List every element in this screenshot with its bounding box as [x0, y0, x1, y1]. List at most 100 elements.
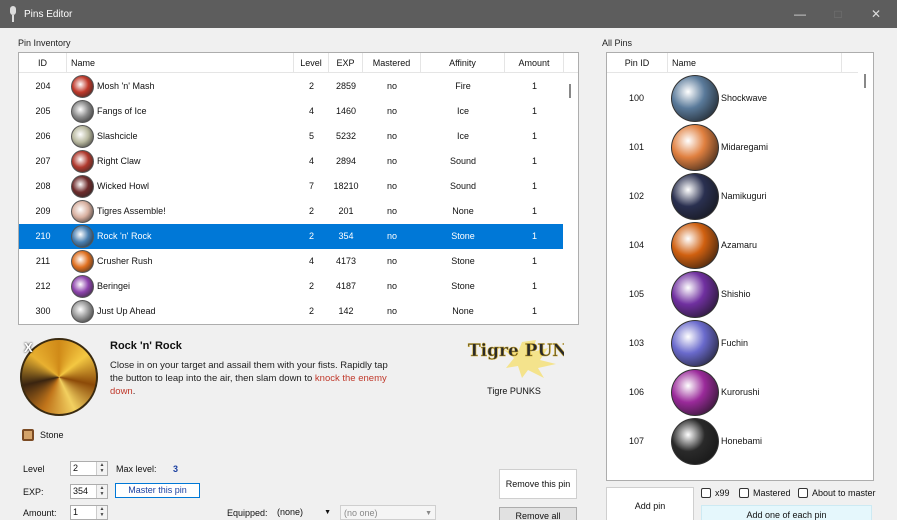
x99-checkbox[interactable]: x99	[701, 488, 730, 498]
cell-amount: 1	[531, 106, 537, 116]
all-pins-header: Pin ID Name	[607, 53, 873, 73]
table-row[interactable]: 212 Beringei 2 4187 no Stone 1	[19, 274, 564, 299]
list-item[interactable]: 101 Midaregami	[607, 123, 862, 172]
amount-stepper[interactable]: 1 ▲ ▼	[70, 505, 108, 520]
cell-exp: 2859	[335, 81, 357, 91]
cell-affinity: Stone	[451, 281, 475, 291]
cell-level: 2	[308, 81, 314, 91]
exp-label: EXP:	[23, 487, 44, 497]
column-header-exp[interactable]: EXP	[329, 53, 363, 73]
remove-all-button[interactable]: Remove all	[499, 507, 577, 520]
cell-mastered: no	[386, 181, 397, 191]
pin-name: Namikuguri	[721, 191, 767, 201]
table-row[interactable]: 208 Wicked Howl 7 18210 no Sound 1	[19, 174, 564, 199]
equipped-dropdown[interactable]: (none) ▼	[274, 505, 334, 520]
pin-image	[671, 173, 719, 220]
cell-level: 2	[308, 281, 314, 291]
table-row[interactable]: 205 Fangs of Ice 4 1460 no Ice 1	[19, 99, 564, 124]
cell-name: Slashcicle	[97, 131, 138, 141]
add-one-of-each-button[interactable]: Add one of each pin	[701, 505, 872, 520]
list-item[interactable]: 104 Azamaru	[607, 221, 862, 270]
equipped-slot-dropdown: (no one) ▼	[340, 505, 436, 520]
cell-exp: 354	[338, 231, 354, 241]
brand-logo: Tigre PUNKS	[468, 340, 564, 378]
max-level-label: Max level:	[116, 464, 157, 474]
column-header-pin-name[interactable]: Name	[668, 53, 842, 73]
list-item[interactable]: 103 Fuchin	[607, 319, 862, 368]
table-row[interactable]: 204 Mosh 'n' Mash 2 2859 no Fire 1	[19, 74, 564, 99]
remove-pin-button[interactable]: Remove this pin	[499, 469, 577, 499]
exp-stepper[interactable]: 354 ▲ ▼	[70, 484, 108, 499]
column-header-pin-id[interactable]: Pin ID	[607, 53, 668, 73]
cell-exp: 142	[338, 306, 354, 316]
dropdown-arrow-icon: ▼	[324, 509, 331, 516]
scrollbar-thumb[interactable]	[864, 74, 866, 88]
cell-amount: 1	[531, 131, 537, 141]
pin-image	[671, 320, 719, 367]
stone-affinity-icon	[22, 429, 34, 441]
cell-affinity: None	[452, 306, 474, 316]
column-header-affinity[interactable]: Affinity	[421, 53, 505, 73]
table-row[interactable]: 209 Tigres Assemble! 2 201 no None 1	[19, 199, 564, 224]
about-to-master-checkbox[interactable]: About to master	[798, 488, 876, 498]
inventory-scrollbar[interactable]	[563, 74, 578, 324]
table-row[interactable]: 207 Right Claw 4 2894 no Sound 1	[19, 149, 564, 174]
pin-thumbnail	[71, 275, 94, 298]
list-item[interactable]: 106 Kurorushi	[607, 368, 862, 417]
pin-thumbnail	[71, 150, 94, 173]
cell-mastered: no	[386, 206, 397, 216]
list-item[interactable]: 100 Shockwave	[607, 74, 862, 123]
pin-inventory-list[interactable]: ID Name Level EXP Mastered Affinity Amou…	[18, 52, 579, 325]
add-pin-button[interactable]: Add pin	[606, 487, 694, 520]
close-button[interactable]: ✕	[857, 0, 895, 28]
all-pins-list[interactable]: Pin ID Name 100 Shockwave 101 Midaregami 102…	[606, 52, 874, 481]
checkbox-box[interactable]	[701, 488, 711, 498]
microphone-icon	[7, 6, 19, 22]
level-stepper[interactable]: 2 ▲ ▼	[70, 461, 108, 476]
pin-image	[671, 222, 719, 269]
mastered-checkbox[interactable]: Mastered	[739, 488, 791, 498]
stepper-arrows-icon[interactable]: ▲ ▼	[96, 506, 107, 519]
cell-name: Right Claw	[97, 156, 141, 166]
table-row[interactable]: 211 Crusher Rush 4 4173 no Stone 1	[19, 249, 564, 274]
column-header-level[interactable]: Level	[294, 53, 329, 73]
max-level-value: 3	[173, 464, 179, 474]
scrollbar-thumb[interactable]	[569, 84, 571, 98]
column-header-name[interactable]: Name	[67, 53, 294, 73]
pin-thumbnail	[71, 125, 94, 148]
cell-id: 209	[35, 206, 51, 216]
all-pins-scrollbar[interactable]	[858, 64, 873, 480]
stepper-arrows-icon[interactable]: ▲ ▼	[96, 462, 107, 475]
column-header-amount[interactable]: Amount	[505, 53, 564, 73]
stepper-arrows-icon[interactable]: ▲ ▼	[96, 485, 107, 498]
cell-level: 5	[308, 131, 314, 141]
cell-level: 4	[308, 256, 314, 266]
checkbox-box[interactable]	[739, 488, 749, 498]
table-row[interactable]: 206 Slashcicle 5 5232 no Ice 1	[19, 124, 564, 149]
column-header-mastered[interactable]: Mastered	[363, 53, 421, 73]
checkbox-box[interactable]	[798, 488, 808, 498]
cell-exp: 4187	[335, 281, 357, 291]
pin-name: Azamaru	[721, 240, 758, 250]
master-pin-button[interactable]: Master this pin	[115, 483, 200, 498]
maximize-button[interactable]: □	[819, 0, 857, 28]
cell-affinity: Stone	[451, 256, 475, 266]
table-row[interactable]: 300 Just Up Ahead 2 142 no None 1	[19, 299, 564, 324]
cell-amount: 1	[531, 181, 537, 191]
list-item[interactable]: 105 Shishio	[607, 270, 862, 319]
cell-name: Beringei	[97, 281, 131, 291]
column-header-id[interactable]: ID	[19, 53, 67, 73]
mastered-label: Mastered	[753, 488, 791, 498]
pin-image	[671, 124, 719, 171]
cell-exp: 201	[338, 206, 354, 216]
cell-name: Rock 'n' Rock	[97, 231, 152, 241]
table-row[interactable]: 210 Rock 'n' Rock 2 354 no Stone 1	[19, 224, 564, 249]
cell-mastered: no	[386, 306, 397, 316]
pin-name: Midaregami	[721, 142, 769, 152]
minimize-button[interactable]: —	[781, 0, 819, 28]
cell-mastered: no	[386, 231, 397, 241]
cell-name: Just Up Ahead	[97, 306, 156, 316]
pin-thumbnail	[71, 100, 94, 123]
list-item[interactable]: 107 Honebami	[607, 417, 862, 466]
list-item[interactable]: 102 Namikuguri	[607, 172, 862, 221]
